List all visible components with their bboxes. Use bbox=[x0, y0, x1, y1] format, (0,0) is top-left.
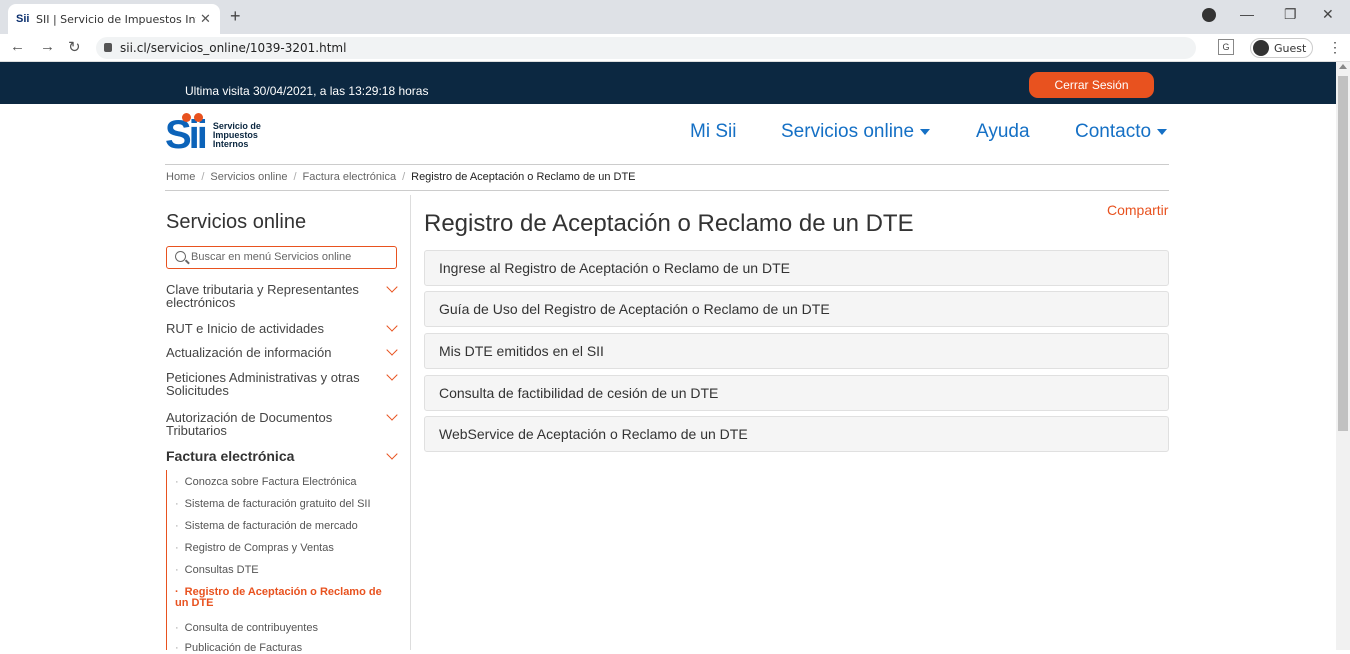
link-guia-uso[interactable]: Guía de Uso del Registro de Aceptación o… bbox=[424, 291, 1169, 327]
extension-icon[interactable] bbox=[1202, 8, 1216, 22]
lock-icon bbox=[104, 43, 112, 52]
url-input[interactable]: sii.cl/servicios_online/1039-3201.html bbox=[96, 37, 1196, 59]
nav-ayuda[interactable]: Ayuda bbox=[976, 121, 1030, 143]
minimize-icon[interactable]: — bbox=[1240, 6, 1254, 22]
breadcrumb-factura[interactable]: Factura electrónica bbox=[303, 171, 397, 183]
browser-tab-bar: Sii SII | Servicio de Impuestos Internos… bbox=[0, 0, 1350, 34]
sidebar-item-rut[interactable]: RUT e Inicio de actividades bbox=[166, 320, 398, 335]
link-ingrese-registro[interactable]: Ingrese al Registro de Aceptación o Recl… bbox=[424, 250, 1169, 286]
menu-kebab-icon[interactable]: ⋮ bbox=[1328, 39, 1342, 56]
caret-down-icon bbox=[920, 129, 931, 135]
logo-text: Servicio de Impuestos Internos bbox=[212, 120, 261, 149]
search-icon bbox=[175, 251, 186, 262]
submenu-item[interactable]: Publicación de Facturas bbox=[175, 643, 395, 654]
url-text: sii.cl/servicios_online/1039-3201.html bbox=[120, 41, 347, 55]
last-visit-text: Ultima visita 30/04/2021, a las 13:29:18… bbox=[185, 84, 429, 98]
submenu-item[interactable]: Conozca sobre Factura Electrónica bbox=[175, 477, 395, 488]
divider bbox=[165, 190, 1169, 191]
profile-label: Guest bbox=[1274, 41, 1307, 55]
sidebar-item-actualizacion[interactable]: Actualización de información bbox=[166, 344, 398, 359]
breadcrumb-home[interactable]: Home bbox=[166, 171, 195, 183]
translate-icon[interactable]: G bbox=[1218, 39, 1234, 55]
chevron-down-icon bbox=[386, 409, 398, 421]
restore-icon[interactable]: ❐ bbox=[1284, 6, 1297, 23]
scroll-up-icon[interactable] bbox=[1339, 64, 1347, 69]
browser-tab[interactable]: Sii SII | Servicio de Impuestos Internos… bbox=[8, 4, 220, 34]
logo-word: Sii bbox=[165, 112, 208, 157]
scroll-thumb[interactable] bbox=[1338, 76, 1348, 431]
share-link[interactable]: Compartir bbox=[1107, 202, 1168, 218]
chevron-down-icon bbox=[386, 448, 398, 460]
breadcrumb-current: Registro de Aceptación o Reclamo de un D… bbox=[411, 171, 636, 183]
reload-icon[interactable]: ↻ bbox=[68, 38, 81, 56]
tab-title: SII | Servicio de Impuestos Internos bbox=[36, 12, 196, 26]
nav-servicios-online[interactable]: Servicios online bbox=[781, 121, 931, 143]
breadcrumb: Home / Servicios online / Factura electr… bbox=[166, 171, 636, 183]
top-banner: Ultima visita 30/04/2021, a las 13:29:18… bbox=[0, 62, 1336, 104]
link-mis-dte[interactable]: Mis DTE emitidos en el SII bbox=[424, 333, 1169, 369]
submenu-item[interactable]: Consultas DTE bbox=[175, 565, 395, 576]
chevron-down-icon bbox=[386, 344, 398, 356]
page-scrollbar[interactable] bbox=[1336, 62, 1350, 650]
search-placeholder: Buscar en menú Servicios online bbox=[191, 251, 352, 263]
submenu-line bbox=[166, 470, 167, 650]
breadcrumb-servicios[interactable]: Servicios online bbox=[210, 171, 287, 183]
vertical-divider bbox=[410, 195, 411, 650]
avatar-icon bbox=[1253, 40, 1269, 56]
sidebar-item-clave[interactable]: Clave tributaria y Representantes electr… bbox=[166, 281, 398, 309]
submenu-item[interactable]: Sistema de facturación de mercado bbox=[175, 521, 395, 532]
sidebar-item-factura[interactable]: Factura electrónica bbox=[166, 448, 398, 463]
back-icon[interactable]: ← bbox=[10, 38, 25, 55]
submenu-item-current[interactable]: Registro de Aceptación o Reclamo de un D… bbox=[175, 587, 395, 609]
nav-mi-sii[interactable]: Mi Sii bbox=[690, 121, 736, 143]
profile-button[interactable]: Guest bbox=[1250, 38, 1314, 58]
forward-icon[interactable]: → bbox=[40, 38, 55, 55]
chevron-down-icon bbox=[386, 369, 398, 381]
submenu-item[interactable]: Sistema de facturación gratuito del SII bbox=[175, 499, 395, 510]
sii-logo[interactable]: Sii Servicio de Impuestos Internos bbox=[165, 112, 261, 158]
logout-button[interactable]: Cerrar Sesión bbox=[1029, 72, 1154, 98]
close-tab-icon[interactable]: ✕ bbox=[200, 11, 211, 27]
sidebar-title: Servicios online bbox=[166, 211, 307, 233]
caret-down-icon bbox=[1157, 129, 1168, 135]
sidebar-item-autorizacion[interactable]: Autorización de Documentos Tributarios bbox=[166, 409, 398, 437]
sidebar-item-peticiones[interactable]: Peticiones Administrativas y otras Solic… bbox=[166, 369, 398, 397]
close-window-icon[interactable]: ✕ bbox=[1322, 6, 1334, 23]
divider bbox=[165, 164, 1169, 165]
page-title: Registro de Aceptación o Reclamo de un D… bbox=[424, 210, 914, 237]
submenu-item[interactable]: Registro de Compras y Ventas bbox=[175, 543, 395, 554]
nav-contacto[interactable]: Contacto bbox=[1075, 121, 1168, 143]
submenu-item[interactable]: Consulta de contribuyentes bbox=[175, 623, 395, 634]
chevron-down-icon bbox=[386, 320, 398, 332]
link-factibilidad-cesion[interactable]: Consulta de factibilidad de cesión de un… bbox=[424, 375, 1169, 411]
address-bar-row: ← → ↻ sii.cl/servicios_online/1039-3201.… bbox=[0, 34, 1350, 62]
link-webservice[interactable]: WebService de Aceptación o Reclamo de un… bbox=[424, 416, 1169, 452]
new-tab-icon[interactable]: + bbox=[230, 6, 241, 27]
sii-favicon-icon: Sii bbox=[16, 13, 30, 25]
sidebar-search-input[interactable]: Buscar en menú Servicios online bbox=[166, 246, 397, 269]
chevron-down-icon bbox=[386, 281, 398, 293]
